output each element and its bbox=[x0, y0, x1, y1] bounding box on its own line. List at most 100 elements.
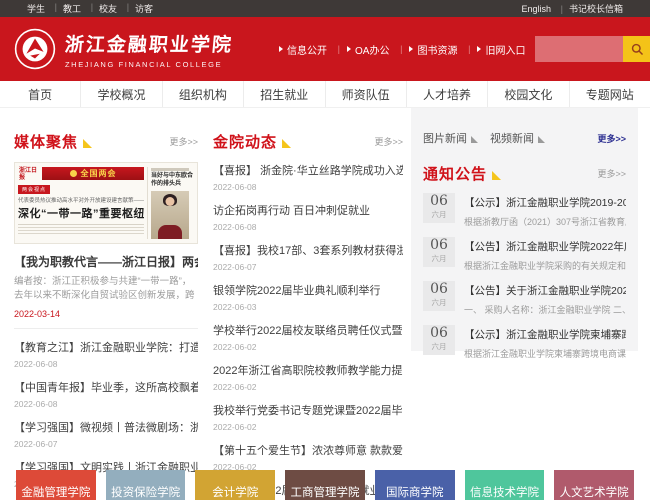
article-title: 【喜报】我校17部、3套系列教材获得浙江省普通高... bbox=[213, 245, 403, 257]
news-list-item[interactable]: 我校举行党委书记专题党课暨2022届毕业生党员教育... 2022-06-02 bbox=[213, 402, 403, 432]
news-list-item[interactable]: 学校举行2022届校友联络员聘任仪式暨学习交流会 2022-06-02 bbox=[213, 322, 403, 352]
media-list-item[interactable]: 【教育之江】浙江金融职业学院：打造职教发展高地 ... 2022-06-08 bbox=[14, 339, 198, 369]
news-list-item[interactable]: 【喜报】我校17部、3套系列教材获得浙江省普通高... 2022-06-07 bbox=[213, 242, 403, 272]
college-name-cn: 浙江金融职业学院 bbox=[63, 33, 234, 56]
nav-faculty[interactable]: 师资队伍 bbox=[326, 81, 407, 107]
nav-home[interactable]: 首页 bbox=[0, 81, 82, 107]
notices-more-link[interactable]: 更多>> bbox=[597, 167, 626, 180]
link-faculty[interactable]: 教工 bbox=[54, 2, 93, 15]
news-list-item[interactable]: 访企拓岗再行动 百日冲刺促就业 2022-06-08 bbox=[213, 202, 403, 232]
newspaper-masthead: 浙江日报 bbox=[19, 167, 38, 181]
search-icon bbox=[632, 43, 644, 55]
article-date: 2022-06-08 bbox=[213, 222, 257, 232]
notice-text: 【公告】浙江金融职业学院2022年度建设（修... 根据浙江金融职业学院采购的有… bbox=[464, 237, 626, 272]
link-info-disclosure[interactable]: 信息公开 bbox=[269, 42, 340, 57]
notice-text: 【公告】关于浙江金融职业学院2022年度建设... 一、 采购人名称：浙江金融职… bbox=[464, 281, 626, 316]
notices-header: 通知公告 更多>> bbox=[423, 163, 626, 184]
site-header: 浙江金融职业学院 ZHEJIANG FINANCIAL COLLEGE 信息公开… bbox=[0, 17, 650, 81]
portrait-body bbox=[158, 225, 182, 239]
link-library[interactable]: 图书资源 bbox=[399, 42, 470, 57]
newspaper-headline: 深化“一带一路”重要枢纽建设 bbox=[18, 208, 144, 220]
tile-international-business[interactable]: 国际商学院 bbox=[374, 470, 455, 500]
top-utility-bar: 学生 教工 校友 访客 English 书记校长信箱 bbox=[0, 0, 650, 17]
news-list-item[interactable]: 【第十五个爱生节】浓浓尊师意 款款爱生情——学校... 2022-06-02 bbox=[213, 442, 403, 472]
notice-item[interactable]: 06 六月 【公告】关于浙江金融职业学院2022年度建设... 一、 采购人名称… bbox=[423, 281, 626, 316]
arrow-right-icon bbox=[409, 46, 414, 52]
article-title: 【第十五个爱生节】浓浓尊师意 款款爱生情——学校... bbox=[213, 445, 403, 457]
tile-information-technology[interactable]: 信息技术学院 bbox=[464, 470, 545, 500]
notice-date-badge: 06 六月 bbox=[423, 237, 455, 267]
college-news-more-link[interactable]: 更多>> bbox=[374, 135, 403, 148]
news-list-item[interactable]: 银领学院2022届毕业典礼顺利举行 2022-06-03 bbox=[213, 282, 403, 312]
media-list-item[interactable]: 【学习强国】微视频丨普法微剧场：浙江金融职业学院... 2022-06-07 bbox=[14, 419, 198, 449]
article-title: 【教育之江】浙江金融职业学院：打造职教发展高地 ... bbox=[14, 342, 198, 354]
media-list-item[interactable]: 【中国青年报】毕业季，这所高校飘着浓浓的“感恩味” 2022-06-08 bbox=[14, 379, 198, 409]
college-name-en: ZHEJIANG FINANCIAL COLLEGE bbox=[65, 59, 223, 69]
utility-links: English 书记校长信箱 bbox=[512, 2, 632, 15]
notice-month: 六月 bbox=[431, 254, 447, 264]
newspaper-main: 浙江日报 全国两会 两会视点 代表委员热议推动高水平对外开放建设建言献策—— 深… bbox=[18, 167, 144, 239]
link-visitors[interactable]: 访客 bbox=[126, 2, 162, 15]
right-panel: 图片新闻 视频新闻 更多>> 通知公告 更多>> 06 六月 【公示】浙江金融职… bbox=[411, 108, 638, 359]
nav-admissions[interactable]: 招生就业 bbox=[244, 81, 326, 107]
college-news-section: 金院动态 更多>> 【喜报】 浙金院·华立丝路学院成功入选浙江省首批“... 2… bbox=[213, 108, 403, 500]
newspaper-kicker: 代表委员热议推动高水平对外开放建设建言献策—— bbox=[18, 198, 144, 204]
college-logo-icon[interactable] bbox=[14, 28, 56, 70]
link-old-site[interactable]: 旧网入口 bbox=[467, 42, 535, 57]
notice-summary: 一、 采购人名称：浙江金融职业学院 二、 采购项目... bbox=[464, 305, 626, 315]
tile-business-management[interactable]: 工商管理学院 bbox=[285, 470, 365, 500]
article-date: 2022-06-08 bbox=[213, 182, 257, 192]
notice-month: 六月 bbox=[431, 342, 447, 352]
notice-item[interactable]: 06 六月 【公示】浙江金融职业学院2019-2020、2020-... 根据浙… bbox=[423, 193, 626, 228]
article-title: 【学习强国】微视频丨普法微剧场：浙江金融职业学院... bbox=[14, 422, 198, 434]
nav-campus-culture[interactable]: 校园文化 bbox=[488, 81, 570, 107]
tile-humanities-arts[interactable]: 人文艺术学院 bbox=[554, 470, 635, 500]
notice-title: 【公告】关于浙江金融职业学院2022年度建设... bbox=[464, 285, 626, 297]
notice-date-badge: 06 六月 bbox=[423, 281, 455, 311]
nav-school-overview[interactable]: 学校概况 bbox=[81, 81, 163, 107]
newspaper-ribbon: 两会视点 bbox=[18, 185, 50, 194]
tab-picture-news[interactable]: 图片新闻 bbox=[423, 130, 478, 146]
notice-item[interactable]: 06 六月 【公示】浙江金融职业学院柬埔寨跨境电商课程... 根据浙江金融职业学… bbox=[423, 325, 626, 360]
nav-special-sites[interactable]: 专题网站 bbox=[570, 81, 650, 107]
arrow-right-icon bbox=[477, 46, 482, 52]
nav-talent-training[interactable]: 人才培养 bbox=[407, 81, 489, 107]
notice-month: 六月 bbox=[431, 210, 447, 220]
media-tabs-more-link[interactable]: 更多>> bbox=[597, 132, 626, 145]
news-list-item[interactable]: 2022年浙江省高职院校教师教学能力提升研修班成功... 2022-06-02 bbox=[213, 362, 403, 392]
notice-text: 【公示】浙江金融职业学院柬埔寨跨境电商课程... 根据浙江金融职业学院柬埔寨跨境… bbox=[464, 325, 626, 360]
notice-item[interactable]: 06 六月 【公告】浙江金融职业学院2022年度建设（修... 根据浙江金融职业… bbox=[423, 237, 626, 272]
article-title: 【中国青年报】毕业季，这所高校飘着浓浓的“感恩味” bbox=[14, 382, 198, 394]
link-english[interactable]: English bbox=[512, 4, 562, 14]
yellow-corner-icon bbox=[83, 139, 93, 148]
tile-finance-management[interactable]: 金融管理学院 bbox=[16, 470, 96, 500]
article-title: 访企拓岗再行动 百日冲刺促就业 bbox=[213, 205, 371, 217]
college-news-header: 金院动态 更多>> bbox=[213, 131, 403, 152]
article-date: 2022-06-02 bbox=[213, 422, 257, 432]
search-input[interactable] bbox=[535, 36, 624, 62]
notice-day: 06 bbox=[430, 281, 448, 297]
article-date: 2022-06-08 bbox=[14, 359, 58, 369]
quick-link-label: 信息公开 bbox=[287, 45, 328, 57]
tab-video-news[interactable]: 视频新闻 bbox=[490, 130, 545, 146]
college-news-title: 金院动态 bbox=[213, 134, 278, 151]
link-students[interactable]: 学生 bbox=[18, 2, 57, 15]
news-list-item[interactable]: 【喜报】 浙金院·华立丝路学院成功入选浙江省首批“... 2022-06-08 bbox=[213, 162, 403, 192]
gray-corner-icon bbox=[538, 136, 545, 143]
link-oa-office[interactable]: OA办公 bbox=[337, 42, 403, 57]
tile-accounting[interactable]: 会计学院 bbox=[195, 470, 276, 500]
link-president-mailbox[interactable]: 书记校长信箱 bbox=[560, 2, 632, 15]
notices-title: 通知公告 bbox=[423, 166, 488, 183]
newspaper-clipping-image[interactable]: 浙江日报 全国两会 两会视点 代表委员热议推动高水平对外开放建设建言献策—— 深… bbox=[14, 162, 198, 244]
emblem-icon bbox=[69, 170, 77, 177]
quick-link-label: 旧网入口 bbox=[485, 45, 526, 57]
search-button[interactable] bbox=[623, 36, 650, 62]
link-alumni[interactable]: 校友 bbox=[90, 2, 129, 15]
yellow-corner-icon bbox=[282, 139, 292, 148]
featured-article-title[interactable]: 【我为职教代言——浙江日报】两会观察丨代... bbox=[14, 253, 198, 270]
tile-investment-insurance[interactable]: 投资保险学院 bbox=[105, 470, 186, 500]
notice-title: 【公示】浙江金融职业学院柬埔寨跨境电商课程... bbox=[464, 329, 626, 341]
media-focus-more-link[interactable]: 更多>> bbox=[169, 135, 198, 148]
nav-organization[interactable]: 组织机构 bbox=[163, 81, 245, 107]
notice-title: 【公告】浙江金融职业学院2022年度建设（修... bbox=[464, 241, 626, 253]
